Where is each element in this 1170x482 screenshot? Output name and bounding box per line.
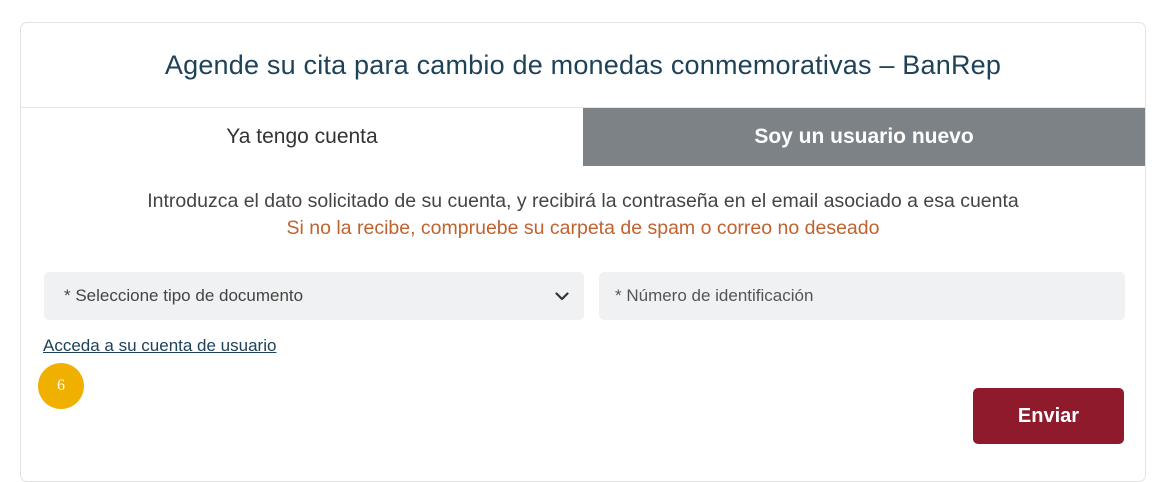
spam-warning-text: Si no la recibe, compruebe su carpeta de…	[286, 217, 880, 239]
instructions: Introduzca el dato solicitado de su cuen…	[21, 188, 1145, 242]
tab-new-user[interactable]: Soy un usuario nuevo	[583, 108, 1145, 166]
id-number-input[interactable]	[599, 272, 1125, 320]
account-tabs: Ya tengo cuenta Soy un usuario nuevo	[21, 108, 1145, 166]
account-access-link[interactable]: Acceda a su cuenta de usuario	[43, 336, 276, 356]
appointment-card: Agende su cita para cambio de monedas co…	[20, 22, 1146, 482]
submit-button[interactable]: Enviar	[973, 388, 1124, 444]
document-type-selected: * Seleccione tipo de documento	[64, 286, 304, 305]
chevron-down-icon	[554, 288, 570, 304]
page-title: Agende su cita para cambio de monedas co…	[21, 23, 1145, 108]
step-number-badge: 6	[38, 363, 84, 409]
instructions-text: Introduzca el dato solicitado de su cuen…	[147, 190, 1019, 212]
document-type-select[interactable]: * Seleccione tipo de documento	[44, 272, 584, 320]
login-form-row: * Seleccione tipo de documento	[44, 272, 1125, 320]
tab-existing-account[interactable]: Ya tengo cuenta	[21, 108, 583, 166]
